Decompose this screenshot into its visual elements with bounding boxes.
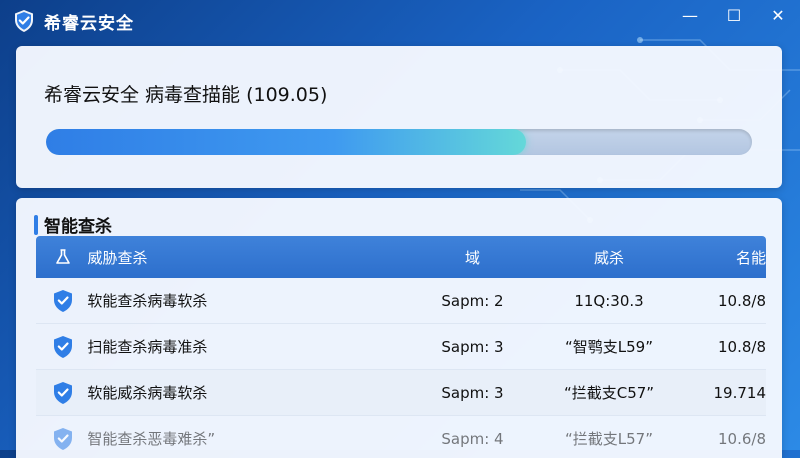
row-status: “拦截支L57” xyxy=(565,430,654,448)
row-name: 扫能查杀病毒准杀 xyxy=(87,338,208,356)
row-value: 10.6/8 xyxy=(718,429,767,448)
scan-progress-fill xyxy=(46,129,527,155)
threat-table: 威胁查杀 域 威杀 名能 软能查杀病毒软杀 Sapm: 2 11Q:30.3 1… xyxy=(36,236,766,458)
row-status: 11Q:30.3 xyxy=(574,291,644,310)
window-controls: — ☐ ✕ xyxy=(668,0,800,30)
row-status: “智鹗支L59” xyxy=(565,338,654,356)
column-header-domain[interactable]: 域 xyxy=(409,247,536,268)
shield-check-icon xyxy=(52,335,77,359)
table-header: 威胁查杀 域 威杀 名能 xyxy=(36,236,766,278)
row-value: 10.8/8 xyxy=(718,337,767,356)
row-domain: Sapm: 2 xyxy=(441,291,504,310)
row-name: 软能威杀病毒软杀 xyxy=(87,384,208,402)
table-row[interactable]: 软能查杀病毒软杀 Sapm: 2 11Q:30.3 10.8/8 xyxy=(36,278,766,324)
minimize-button[interactable]: — xyxy=(668,0,712,30)
section-accent-bar xyxy=(34,214,38,235)
column-header-value[interactable]: 名能 xyxy=(682,247,766,268)
row-value: 10.8/8 xyxy=(718,291,767,310)
row-value: 19.714 xyxy=(713,383,767,402)
shield-check-icon xyxy=(52,381,77,405)
scan-panel: 希睿云安全 病毒查描能 (109.05) xyxy=(16,46,782,188)
scan-flask-icon xyxy=(54,248,75,266)
column-header-name[interactable]: 威胁查杀 xyxy=(87,247,409,268)
shield-check-icon xyxy=(52,289,77,313)
section-title: 智能查杀 xyxy=(44,217,112,237)
row-name: 智能查杀恶毒难杀” xyxy=(87,430,216,448)
row-name: 软能查杀病毒软杀 xyxy=(87,292,208,310)
table-row[interactable]: 智能查杀恶毒难杀” Sapm: 4 “拦截支L57” 10.6/8 xyxy=(36,416,766,458)
scan-title: 希睿云安全 病毒查描能 (109.05) xyxy=(44,84,328,106)
scan-progress-bar xyxy=(46,129,752,155)
app-title: 希睿云安全 xyxy=(44,13,134,34)
maximize-button[interactable]: ☐ xyxy=(712,0,756,30)
row-status: “拦截支C57” xyxy=(563,384,655,402)
row-domain: Sapm: 3 xyxy=(441,337,504,356)
table-row[interactable]: 扫能查杀病毒准杀 Sapm: 3 “智鹗支L59” 10.8/8 xyxy=(36,324,766,370)
row-domain: Sapm: 3 xyxy=(441,383,504,402)
row-domain: Sapm: 4 xyxy=(441,429,504,448)
column-header-status[interactable]: 威杀 xyxy=(536,247,682,268)
table-row[interactable]: 软能威杀病毒软杀 Sapm: 3 “拦截支C57” 19.714 xyxy=(36,370,766,416)
results-panel: 智能查杀 威胁查杀 域 威杀 名能 软能查杀病毒软杀 Sapm: 2 11Q:3… xyxy=(16,198,782,458)
close-button[interactable]: ✕ xyxy=(756,0,800,30)
title-bar[interactable]: 希睿云安全 — ☐ ✕ xyxy=(0,0,800,42)
section-header: 智能查杀 xyxy=(34,212,112,237)
shield-logo-icon xyxy=(12,9,36,33)
shield-check-icon xyxy=(52,427,77,451)
